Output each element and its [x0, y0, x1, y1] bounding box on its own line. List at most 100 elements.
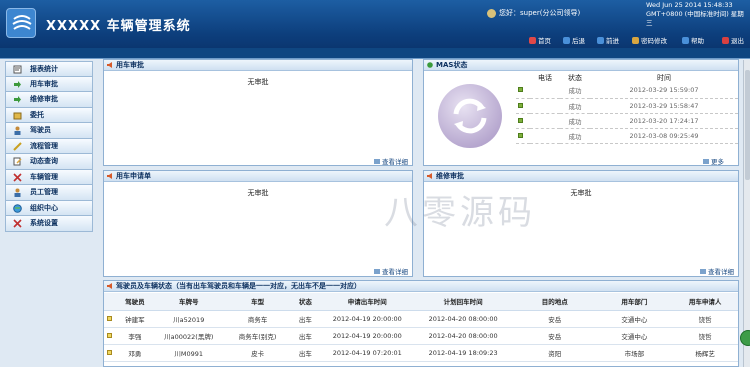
vehicle-request-empty: 无审批: [247, 189, 269, 197]
forward-button[interactable]: 前进: [597, 35, 619, 45]
column-header: 计划回车时间: [415, 293, 512, 311]
home-icon: [529, 37, 536, 44]
vehicle-request-more-link[interactable]: 查看详细: [374, 266, 408, 276]
bullet-icon: [107, 332, 113, 338]
panel-vehicle-approval: 用车审批 无审批 查看详细: [103, 59, 413, 166]
panel-driver-status-title: 驾驶员及车辆状态（当有出车驾驶员和车辆是一一对应，无出车不是一一对应）: [104, 281, 738, 292]
table-row: 成功 2012-03-29 15:58:47: [516, 98, 738, 114]
globe-icon: [427, 62, 433, 68]
vehicle-approval-empty: 无审批: [247, 78, 269, 86]
details-icon: [700, 269, 706, 274]
table-row: 成功 2012-03-20 17:24:17: [516, 113, 738, 129]
sidebar-item-vehicle-management[interactable]: 车辆管理: [5, 169, 93, 185]
panel-vehicle-request: 用车申请单 无审批 查看详细: [103, 170, 413, 277]
table-row: 李强 川a00022(黑牌) 商务车(别克) 出车 2012-04-19 20:…: [104, 327, 738, 345]
help-button[interactable]: 帮助: [682, 35, 704, 45]
sidebar-item-reports[interactable]: 报表统计: [5, 61, 93, 77]
details-icon: [703, 159, 709, 164]
table-row: 成功 2012-03-08 09:25:49: [516, 128, 738, 144]
back-icon: [563, 37, 570, 44]
folder-icon: [13, 112, 22, 119]
sidebar-item-vehicle-approval[interactable]: 用车审批: [5, 76, 93, 92]
scrollbar-thumb[interactable]: [745, 70, 750, 180]
top-nav: 首页 后退 前进 密码修改 帮助 退出: [0, 32, 750, 48]
clock-timezone: GMT+0800 (中国标准时间) 星期三: [646, 10, 744, 27]
logout-button[interactable]: 退出: [722, 35, 744, 45]
column-header: 电话: [538, 73, 552, 82]
speaker-icon: [107, 283, 112, 289]
refresh-icon: [438, 84, 502, 148]
bullet-icon: [518, 117, 523, 123]
panel-vehicle-approval-title: 用车审批: [104, 60, 412, 71]
details-icon: [374, 269, 380, 274]
tools-icon: [13, 172, 22, 182]
sub-bar: [0, 48, 750, 59]
sidebar-item-delegate[interactable]: 委托: [5, 107, 93, 123]
current-user: 您好：super(分公司领导): [487, 8, 580, 18]
vehicle-approval-more-link[interactable]: 查看详细: [374, 156, 408, 166]
sidebar-item-settings[interactable]: 系统设置: [5, 216, 93, 232]
key-icon: [632, 37, 639, 44]
logout-icon: [722, 37, 729, 44]
column-header: 驾驶员: [115, 293, 154, 311]
user-icon: [487, 8, 496, 18]
driver-status-table: 驾驶员 车牌号 车型 状态 申请出车时间 计划回车时间 目的地点 用车部门 用车…: [104, 293, 738, 362]
sidebar-item-dynamic-query[interactable]: 动态查询: [5, 154, 93, 170]
globe-icon: [13, 203, 22, 213]
sidebar-item-repair-approval[interactable]: 维修审批: [5, 92, 93, 108]
panel-vehicle-request-title: 用车申请单: [104, 171, 412, 182]
column-header: 用车申请人: [670, 293, 738, 311]
sidebar-item-process[interactable]: 流程管理: [5, 138, 93, 154]
mas-more-link[interactable]: 更多: [703, 156, 724, 166]
report-icon: [13, 65, 22, 74]
bullet-icon: [518, 132, 523, 138]
person-icon: [14, 188, 21, 197]
column-header: 状态: [568, 73, 582, 82]
edit-icon: [13, 157, 22, 166]
column-header: 用车部门: [598, 293, 671, 311]
forward-icon: [597, 37, 604, 44]
back-button[interactable]: 后退: [563, 35, 585, 45]
table-row: 邓勇 川M0991 皮卡 出车 2012-04-19 07:20:01 2012…: [104, 344, 738, 362]
sidebar-menu: 报表统计 用车审批 维修审批 委托 驾驶员 流程管理 动态查询 车辆管理 员工管…: [5, 61, 93, 232]
person-icon: [14, 126, 21, 135]
clock: Wed Jun 25 2014 15:48:33 GMT+0800 (中国标准时…: [646, 1, 750, 28]
column-header: 申请出车时间: [319, 293, 416, 311]
help-icon: [682, 37, 689, 44]
vertical-scrollbar[interactable]: [743, 60, 750, 367]
bullet-icon: [107, 349, 113, 355]
panel-mas-status-title: MAS状态: [424, 60, 738, 71]
process-icon: [13, 141, 22, 151]
arrow-right-icon: [14, 96, 21, 103]
column-header: 目的地点: [511, 293, 599, 311]
app-header: XXXXX 车辆管理系统 您好：super(分公司领导) Wed Jun 25 …: [0, 0, 750, 48]
clock-date: Wed Jun 25 2014 15:48:33: [646, 1, 733, 9]
speaker-icon: [427, 173, 432, 179]
table-row: 成功 2012-03-29 15:59:07: [516, 83, 738, 99]
table-row: 钟建军 川a52019 商务车 出车 2012-04-19 20:00:00 2…: [104, 310, 738, 328]
panel-repair-approval-title: 维修审批: [424, 171, 738, 182]
floating-action-button[interactable]: [740, 330, 750, 346]
tools-icon: [13, 219, 22, 228]
sidebar-item-drivers[interactable]: 驾驶员: [5, 123, 93, 139]
panel-driver-status: 驾驶员及车辆状态（当有出车驾驶员和车辆是一一对应，无出车不是一一对应） 驾驶员 …: [103, 280, 739, 367]
change-password-button[interactable]: 密码修改: [632, 35, 667, 45]
arrow-right-icon: [14, 80, 21, 88]
speaker-icon: [107, 62, 112, 68]
repair-approval-more-link[interactable]: 查看详细: [700, 266, 734, 276]
user-greeting: 您好：super(分公司领导): [499, 9, 581, 17]
bullet-icon: [518, 102, 523, 108]
column-header: 车牌号: [153, 293, 224, 311]
home-button[interactable]: 首页: [529, 35, 551, 45]
column-header: 状态: [291, 293, 320, 311]
bullet-icon: [107, 315, 113, 321]
sidebar-item-employees[interactable]: 员工管理: [5, 185, 93, 201]
mas-status-table: 电话 状态 时间 成功 2012-03-29 15:59:07 成功 2012-03…: [516, 72, 738, 144]
bullet-icon: [518, 87, 523, 93]
sidebar-item-org-center[interactable]: 组织中心: [5, 200, 93, 216]
watermark: 八零源码: [384, 193, 536, 233]
details-icon: [374, 159, 380, 164]
column-header: 时间: [657, 73, 671, 82]
panel-mas-status: MAS状态 电话 状态 时间 成功 2012-03-29 15:59:07 成功 2…: [423, 59, 739, 166]
speaker-icon: [107, 173, 112, 179]
